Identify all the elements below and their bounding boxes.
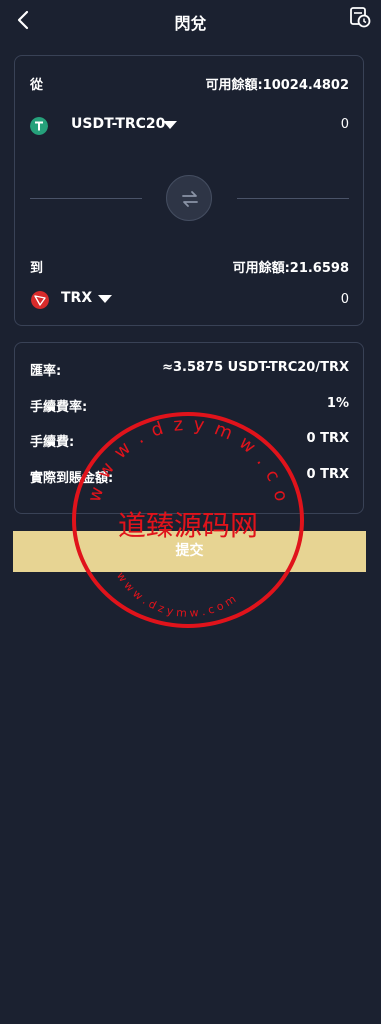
to-label: 到	[30, 261, 44, 276]
swap-arrows-icon	[182, 191, 198, 207]
watermark-url-bottom: w w w . d z y m w . c o m	[114, 570, 238, 620]
rate-label: 匯率:	[30, 364, 62, 379]
tether-icon	[30, 117, 48, 135]
divider-right	[237, 198, 349, 199]
fee-rate-label: 手續費率:	[30, 400, 88, 415]
history-icon[interactable]	[349, 6, 371, 28]
submit-button[interactable]: 提交	[13, 531, 366, 572]
fee-value: 0 TRX	[306, 431, 349, 446]
rate-value: ≈3.5875 USDT-TRC20/TRX	[162, 360, 349, 375]
rate-info-card: 匯率: ≈3.5875 USDT-TRC20/TRX 手續費率: 1% 手續費:…	[14, 342, 364, 514]
received-amount-label: 實際到賬金額:	[30, 471, 114, 486]
caret-down-icon	[163, 121, 177, 129]
svg-text:w w w . d z y m w . c o m: w w w . d z y m w . c o m	[114, 570, 238, 620]
from-amount[interactable]: 0	[341, 117, 349, 132]
swap-button[interactable]	[166, 175, 212, 221]
divider-left	[30, 198, 142, 199]
from-label: 從	[30, 78, 44, 93]
fee-rate-value: 1%	[326, 396, 349, 411]
from-balance: 可用餘額:10024.4802	[205, 78, 349, 93]
tron-icon	[31, 291, 49, 309]
fee-label: 手續費:	[30, 435, 75, 450]
to-coin-name: TRX	[61, 290, 93, 306]
page-title: 閃兌	[174, 14, 207, 33]
received-amount-value: 0 TRX	[306, 467, 349, 482]
to-amount[interactable]: 0	[341, 292, 349, 307]
from-coin-name: USDT-TRC20	[71, 116, 166, 132]
to-balance: 可用餘額:21.6598	[232, 261, 349, 276]
caret-down-icon	[98, 295, 112, 303]
to-coin-selector[interactable]: TRX	[30, 289, 230, 311]
from-coin-selector[interactable]: USDT-TRC20	[30, 115, 230, 137]
top-bar: 閃兌	[0, 0, 381, 42]
swap-card: 從 可用餘額:10024.4802 USDT-TRC20 0 到 可用餘額:21…	[14, 55, 364, 326]
